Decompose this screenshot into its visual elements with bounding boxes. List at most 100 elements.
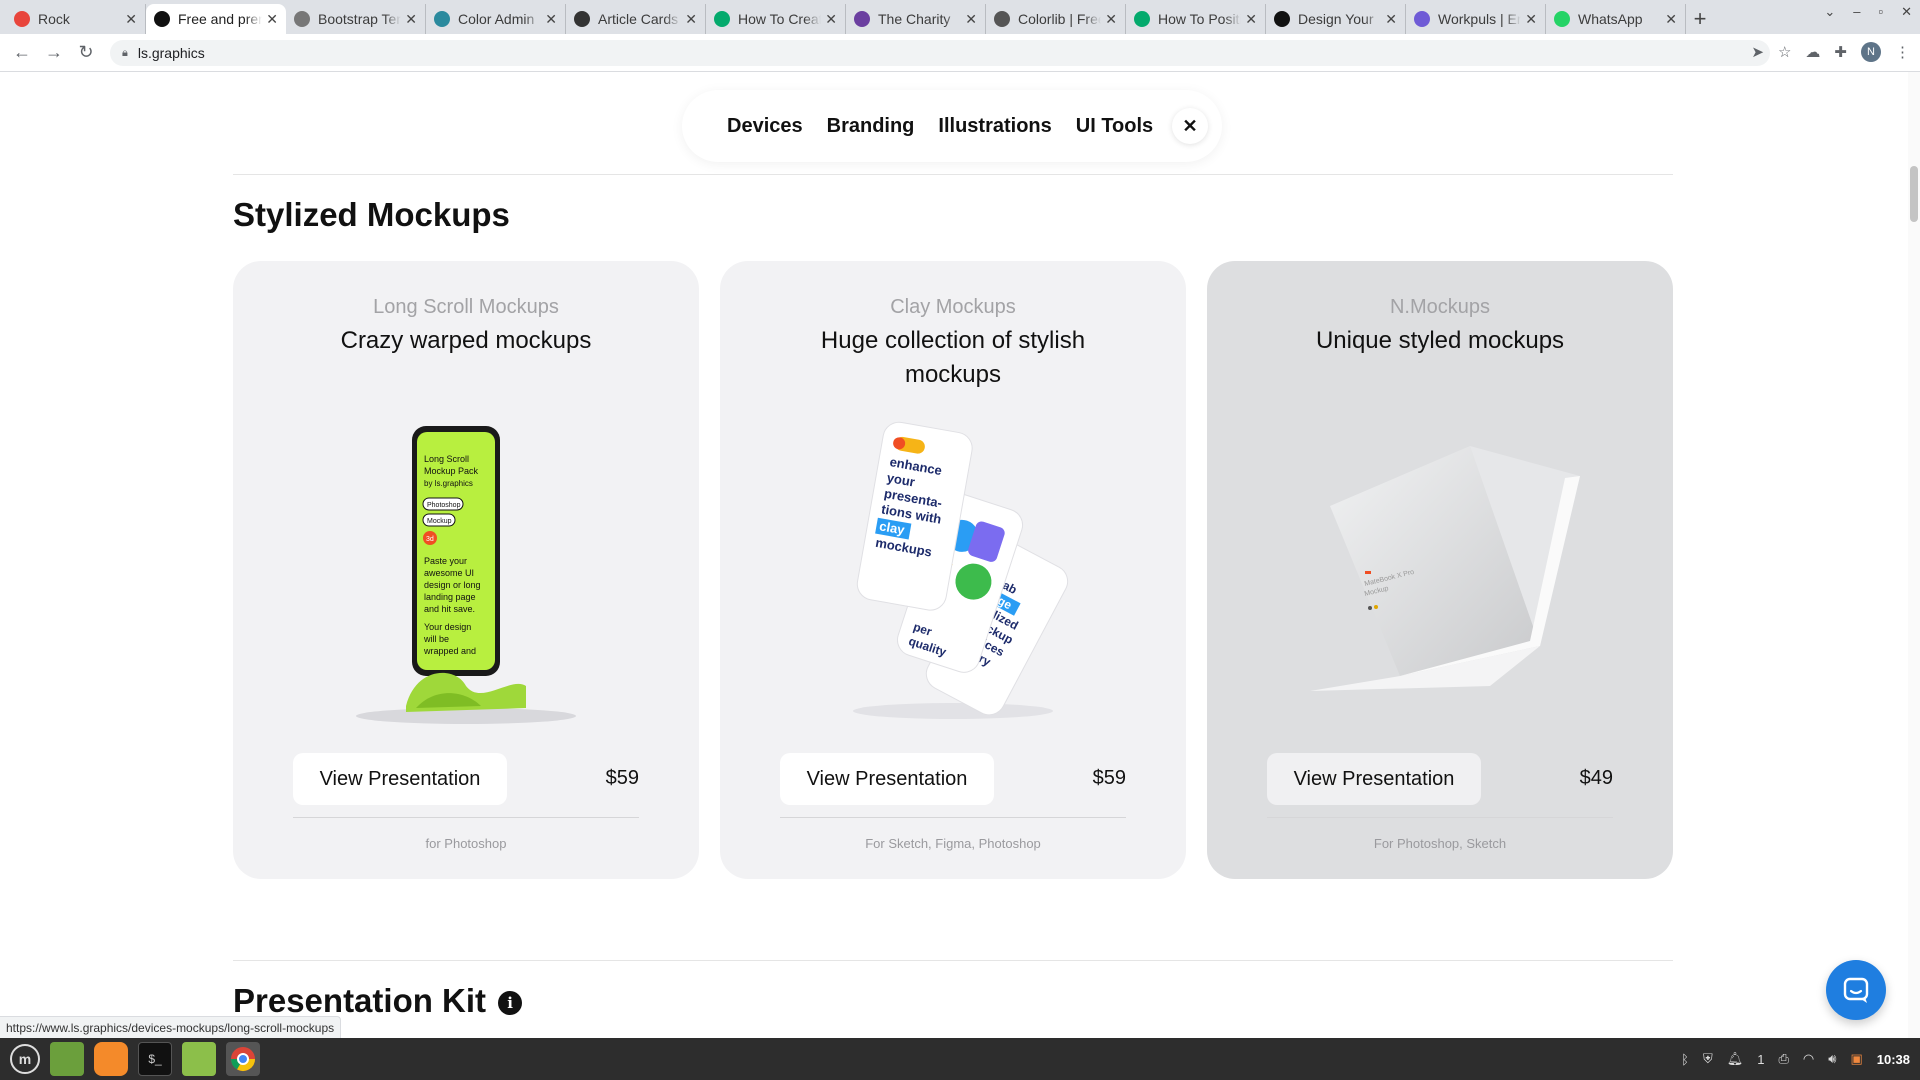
tab-favicon-icon bbox=[434, 11, 450, 27]
tab-close-icon[interactable]: ✕ bbox=[1665, 11, 1677, 28]
tab-close-icon[interactable]: ✕ bbox=[1105, 11, 1117, 28]
browser-tab[interactable]: Bootstrap Templates✕ bbox=[286, 4, 426, 34]
browser-tab[interactable]: The Charity ✕ bbox=[846, 4, 986, 34]
tab-close-icon[interactable]: ✕ bbox=[266, 11, 278, 28]
tab-favicon-icon bbox=[1274, 11, 1290, 27]
phone-text-2: Mockup Pack bbox=[424, 466, 479, 476]
send-icon[interactable]: ➤ bbox=[1751, 43, 1764, 61]
tab-favicon-icon bbox=[14, 11, 30, 27]
card-category[interactable]: Clay Mockups bbox=[720, 296, 1186, 319]
card-description: Unique styled mockups bbox=[1315, 327, 1565, 354]
phone-text-12: Your design bbox=[424, 622, 471, 632]
menu-icon[interactable]: ⋮ bbox=[1895, 43, 1910, 61]
tab-title: Workpuls | Em bbox=[1438, 11, 1522, 27]
new-tab-button[interactable]: + bbox=[1686, 4, 1714, 34]
subnav-branding[interactable]: Branding bbox=[827, 115, 915, 138]
view-presentation-button[interactable]: View Presentation bbox=[1267, 753, 1481, 805]
url-text: ls.graphics bbox=[137, 45, 205, 61]
product-card-clay[interactable]: Clay Mockups Huge collection of stylish … bbox=[720, 261, 1186, 879]
price-label: $49 bbox=[1579, 767, 1613, 789]
tab-favicon-icon bbox=[854, 11, 870, 27]
bookmark-star-icon[interactable]: ☆ bbox=[1778, 43, 1791, 61]
browser-tab[interactable]: Colorlib | Free ✕ bbox=[986, 4, 1126, 34]
view-presentation-button[interactable]: View Presentation bbox=[780, 753, 994, 805]
phone-text-5: Mockup bbox=[427, 518, 452, 525]
forward-icon[interactable]: → bbox=[38, 42, 70, 63]
reload-icon[interactable]: ↻ bbox=[70, 42, 102, 63]
tab-close-icon[interactable]: ✕ bbox=[1525, 11, 1537, 28]
product-card-n-mockups[interactable]: N.Mockups Unique styled mockups MateBook… bbox=[1207, 261, 1673, 879]
chat-icon bbox=[1843, 977, 1869, 1003]
card-category[interactable]: Long Scroll Mockups bbox=[233, 296, 699, 319]
tab-title: Colorlib | Free bbox=[1018, 11, 1102, 27]
bluetooth-icon[interactable]: ᛒ bbox=[1681, 1052, 1689, 1067]
tab-close-icon[interactable]: ✕ bbox=[545, 11, 557, 28]
tab-close-icon[interactable]: ✕ bbox=[405, 11, 417, 28]
card-description: Crazy warped mockups bbox=[340, 327, 592, 354]
tab-title: The Charity bbox=[878, 11, 951, 27]
phone-text-10: landing page bbox=[424, 592, 476, 602]
browser-tab[interactable]: How To Position✕ bbox=[1126, 4, 1266, 34]
firefox-icon[interactable] bbox=[94, 1042, 128, 1076]
tab-title: Design Your bbox=[1298, 11, 1374, 27]
tab-close-icon[interactable]: ✕ bbox=[825, 11, 837, 28]
chat-support-button[interactable] bbox=[1826, 960, 1886, 1020]
update-icon[interactable]: ▣ bbox=[1850, 1051, 1862, 1067]
phone-text-1: Long Scroll bbox=[424, 454, 469, 464]
tab-title: Article Cards bbox=[598, 11, 679, 27]
profile-avatar[interactable]: N bbox=[1861, 42, 1881, 62]
card-category[interactable]: N.Mockups bbox=[1207, 296, 1673, 319]
notification-icon[interactable]: 🔔︎ bbox=[1727, 1051, 1744, 1067]
tab-close-icon[interactable]: ✕ bbox=[685, 11, 697, 28]
view-presentation-button[interactable]: View Presentation bbox=[293, 753, 507, 805]
browser-tab[interactable]: Workpuls | Em ✕ bbox=[1406, 4, 1546, 34]
minimize-icon[interactable]: – bbox=[1853, 4, 1860, 20]
tab-close-icon[interactable]: ✕ bbox=[1385, 11, 1397, 28]
maximize-icon[interactable]: ▫ bbox=[1878, 4, 1883, 20]
phone-text-3: by ls.graphics bbox=[424, 479, 473, 488]
wifi-icon[interactable]: ◠ bbox=[1803, 1051, 1814, 1067]
close-subnav-icon[interactable]: ✕ bbox=[1172, 108, 1208, 144]
price-label: $59 bbox=[1092, 767, 1126, 789]
url-field[interactable]: 🔒︎ ls.graphics bbox=[110, 40, 1770, 66]
tab-favicon-icon bbox=[154, 11, 170, 27]
tab-favicon-icon bbox=[1134, 11, 1150, 27]
terminal-icon[interactable]: $_ bbox=[138, 1042, 172, 1076]
tab-title: Bootstrap Templates bbox=[318, 11, 401, 27]
long-scroll-phone-image: Long Scroll Mockup Pack by ls.graphics P… bbox=[356, 426, 576, 724]
scrollbar-thumb[interactable] bbox=[1910, 166, 1918, 222]
back-icon[interactable]: ← bbox=[6, 42, 38, 63]
card-divider bbox=[1267, 817, 1613, 818]
files-icon[interactable] bbox=[182, 1042, 216, 1076]
tab-close-icon[interactable]: ✕ bbox=[125, 11, 137, 28]
tab-title: How To Position bbox=[1158, 11, 1241, 27]
tab-search-icon[interactable]: ⌄ bbox=[1824, 4, 1835, 20]
tab-close-icon[interactable]: ✕ bbox=[1245, 11, 1257, 28]
page-scrollbar[interactable] bbox=[1908, 72, 1920, 1038]
subnav-ui-tools[interactable]: UI Tools bbox=[1076, 115, 1153, 138]
mint-menu-icon[interactable]: m bbox=[10, 1044, 40, 1074]
phone-text-4: Photoshop bbox=[427, 502, 461, 509]
close-window-icon[interactable]: ✕ bbox=[1901, 4, 1912, 20]
subnav-devices[interactable]: Devices bbox=[727, 115, 803, 138]
browser-tab[interactable]: Article Cards ✕ bbox=[566, 4, 706, 34]
volume-icon[interactable]: 🔊︎ bbox=[1828, 1051, 1836, 1067]
subnav-illustrations[interactable]: Illustrations bbox=[938, 115, 1051, 138]
info-icon[interactable]: i bbox=[498, 991, 523, 1015]
browser-tab[interactable]: How To Create ✕ bbox=[706, 4, 846, 34]
show-desktop-icon[interactable] bbox=[50, 1042, 84, 1076]
chrome-icon[interactable] bbox=[226, 1042, 260, 1076]
browser-tab[interactable]: Design Your ✕ bbox=[1266, 4, 1406, 34]
extensions-icon[interactable]: ✚ bbox=[1834, 43, 1847, 61]
product-card-long-scroll[interactable]: Long Scroll Mockups Crazy warped mockups… bbox=[233, 261, 699, 879]
divider bbox=[233, 174, 1673, 175]
shield-icon[interactable]: ⛨ bbox=[1703, 1051, 1713, 1067]
browser-tab[interactable]: WhatsApp ✕ bbox=[1546, 4, 1686, 34]
lock-icon[interactable]: 🔒︎ bbox=[122, 47, 128, 60]
printer-icon[interactable]: ⎙ bbox=[1779, 1051, 1789, 1067]
browser-tab[interactable]: Rock ✕ bbox=[6, 4, 146, 34]
cloud-icon[interactable]: ☁ bbox=[1805, 43, 1820, 61]
browser-tab[interactable]: Color Admin ✕ bbox=[426, 4, 566, 34]
tab-close-icon[interactable]: ✕ bbox=[965, 11, 977, 28]
browser-tab[interactable]: Free and premium✕ bbox=[146, 4, 286, 34]
